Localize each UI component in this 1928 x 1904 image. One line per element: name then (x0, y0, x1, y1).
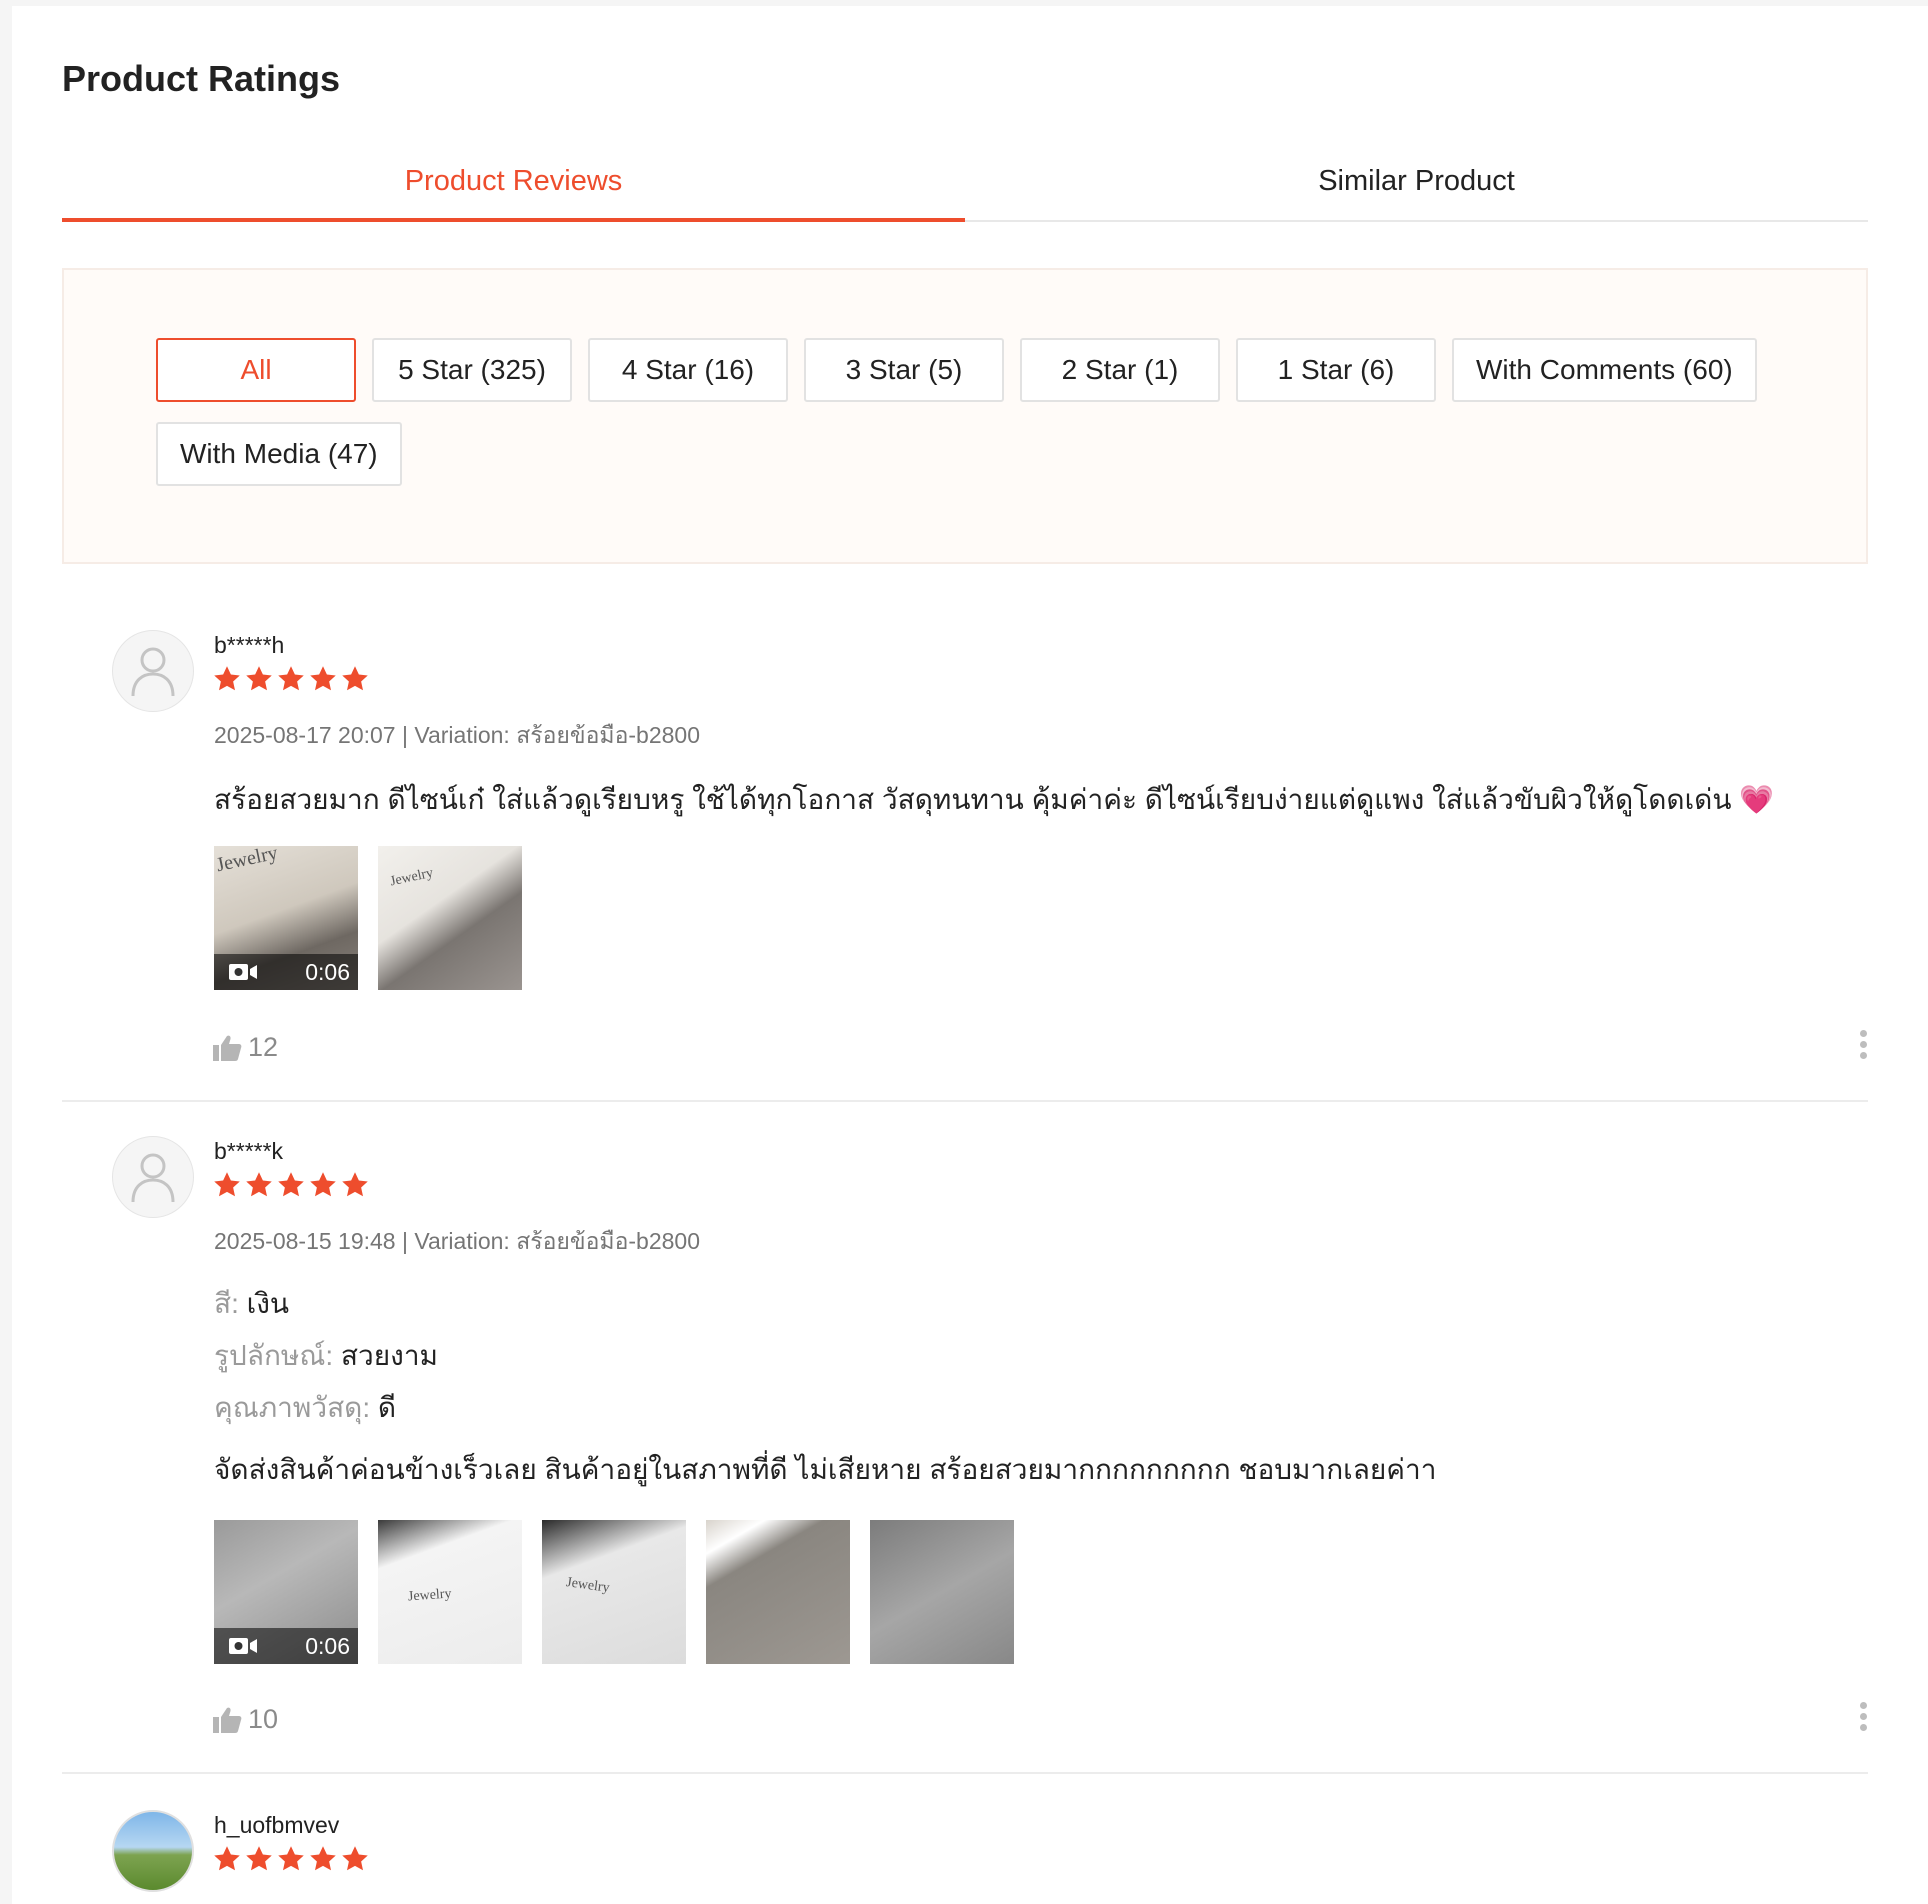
filter-3-star-button[interactable]: 3 Star (5) (804, 338, 1004, 402)
review-text: จัดส่งสินค้าค่อนข้างเร็วเลย สินค้าอยู่ใน… (214, 1454, 1437, 1485)
review-attribute: รูปลักษณ์: สวยงาม (214, 1334, 438, 1378)
tab-product-reviews[interactable]: Product Reviews (62, 142, 965, 222)
star-icon (214, 666, 240, 691)
star-icon (342, 1172, 368, 1197)
attribute-key: รูปลักษณ์: (214, 1340, 334, 1371)
thumb-brand-text: Jewelry (214, 846, 280, 877)
star-icon (310, 666, 336, 691)
star-icon (310, 1846, 336, 1871)
review-meta: 2025-08-17 20:07 | Variation: สร้อยข้อมื… (214, 722, 701, 748)
reviewer-username: b*****h (214, 632, 285, 658)
attribute-value: สวยงาม (340, 1340, 438, 1371)
review-image-thumbnail[interactable]: Jewelry (378, 1520, 522, 1664)
filter-list: All 5 Star (325) 4 Star (16) 3 Star (5) … (156, 338, 1796, 486)
filter-1-star-button[interactable]: 1 Star (6) (1236, 338, 1436, 402)
helpful-button[interactable]: 12 (212, 1032, 278, 1063)
thumb-brand-text: Jewelry (407, 1586, 452, 1605)
page-title: Product Ratings (62, 58, 341, 99)
more-options-icon[interactable] (1858, 1030, 1868, 1059)
star-icon (342, 666, 368, 691)
filter-with-media-button[interactable]: With Media (47) (156, 422, 402, 486)
thumb-brand-text: Jewelry (388, 865, 435, 890)
thumb-brand-text: Jewelry (565, 1575, 611, 1596)
review-image-thumbnail[interactable] (706, 1520, 850, 1664)
star-rating (212, 664, 370, 694)
review-media: 0:06 Jewelry Jewelry (214, 1520, 1014, 1664)
video-camera-icon (229, 964, 257, 980)
star-icon (278, 1172, 304, 1197)
reviewer-username: b*****k (214, 1138, 284, 1164)
filter-2-star-button[interactable]: 2 Star (1) (1020, 338, 1220, 402)
star-icon (214, 1172, 240, 1197)
helpful-count: 12 (248, 1032, 279, 1062)
star-rating (212, 1170, 370, 1200)
review-video-thumbnail[interactable]: Jewelry 0:06 (214, 846, 358, 990)
star-icon (246, 666, 272, 691)
review-item: h_uofbmvev (62, 1776, 1868, 1904)
star-icon (310, 1172, 336, 1197)
review-item: b*****h 2025-08-17 20:07 | Variation: สร… (62, 602, 1868, 1102)
video-overlay: 0:06 (214, 1628, 358, 1664)
product-ratings-panel: Product Ratings Product Reviews Similar … (12, 6, 1928, 1904)
rating-filter-box: All 5 Star (325) 4 Star (16) 3 Star (5) … (62, 268, 1868, 564)
filter-4-star-button[interactable]: 4 Star (16) (588, 338, 788, 402)
review-media: Jewelry 0:06 Jewelry (214, 846, 522, 990)
review-item: b*****k 2025-08-15 19:48 | Variation: สร… (62, 1104, 1868, 1774)
review-attribute: คุณภาพวัสดุ: ดี (214, 1386, 396, 1430)
review-text: สร้อยสวยมาก ดีไซน์เก๋ ใส่แล้วดูเรียบหรู … (214, 784, 1775, 815)
filter-with-comments-button[interactable]: With Comments (60) (1452, 338, 1757, 402)
review-attribute: สี: เงิน (214, 1282, 289, 1326)
filter-5-star-button[interactable]: 5 Star (325) (372, 338, 572, 402)
reviewer-username: h_uofbmvev (214, 1812, 340, 1838)
attribute-key: สี: (214, 1288, 239, 1319)
thumbs-up-icon (213, 1035, 242, 1061)
video-duration: 0:06 (305, 1632, 350, 1659)
user-icon (131, 1153, 175, 1203)
review-image-thumbnail[interactable]: Jewelry (378, 846, 522, 990)
more-options-icon[interactable] (1858, 1702, 1868, 1731)
avatar[interactable] (112, 1810, 194, 1892)
star-icon (246, 1846, 272, 1871)
tab-similar-product[interactable]: Similar Product (965, 142, 1868, 220)
tab-bar: Product Reviews Similar Product (62, 142, 1868, 222)
video-overlay: 0:06 (214, 954, 358, 990)
review-image-thumbnail[interactable]: Jewelry (542, 1520, 686, 1664)
avatar[interactable] (112, 630, 194, 712)
helpful-count: 10 (248, 1704, 279, 1734)
avatar[interactable] (112, 1136, 194, 1218)
review-meta: 2025-08-15 19:48 | Variation: สร้อยข้อมื… (214, 1228, 701, 1254)
star-icon (214, 1846, 240, 1871)
star-icon (278, 1846, 304, 1871)
helpful-button[interactable]: 10 (212, 1704, 278, 1735)
user-icon (131, 647, 175, 697)
star-icon (342, 1846, 368, 1871)
video-camera-icon (229, 1638, 257, 1654)
star-rating (212, 1844, 370, 1874)
review-image-thumbnail[interactable] (870, 1520, 1014, 1664)
attribute-value: เงิน (246, 1288, 290, 1319)
filter-all-button[interactable]: All (156, 338, 356, 402)
attribute-key: คุณภาพวัสดุ: (214, 1392, 371, 1423)
thumbs-up-icon (213, 1707, 242, 1733)
star-icon (278, 666, 304, 691)
review-video-thumbnail[interactable]: 0:06 (214, 1520, 358, 1664)
attribute-value: ดี (377, 1392, 397, 1423)
video-duration: 0:06 (305, 958, 350, 985)
star-icon (246, 1172, 272, 1197)
